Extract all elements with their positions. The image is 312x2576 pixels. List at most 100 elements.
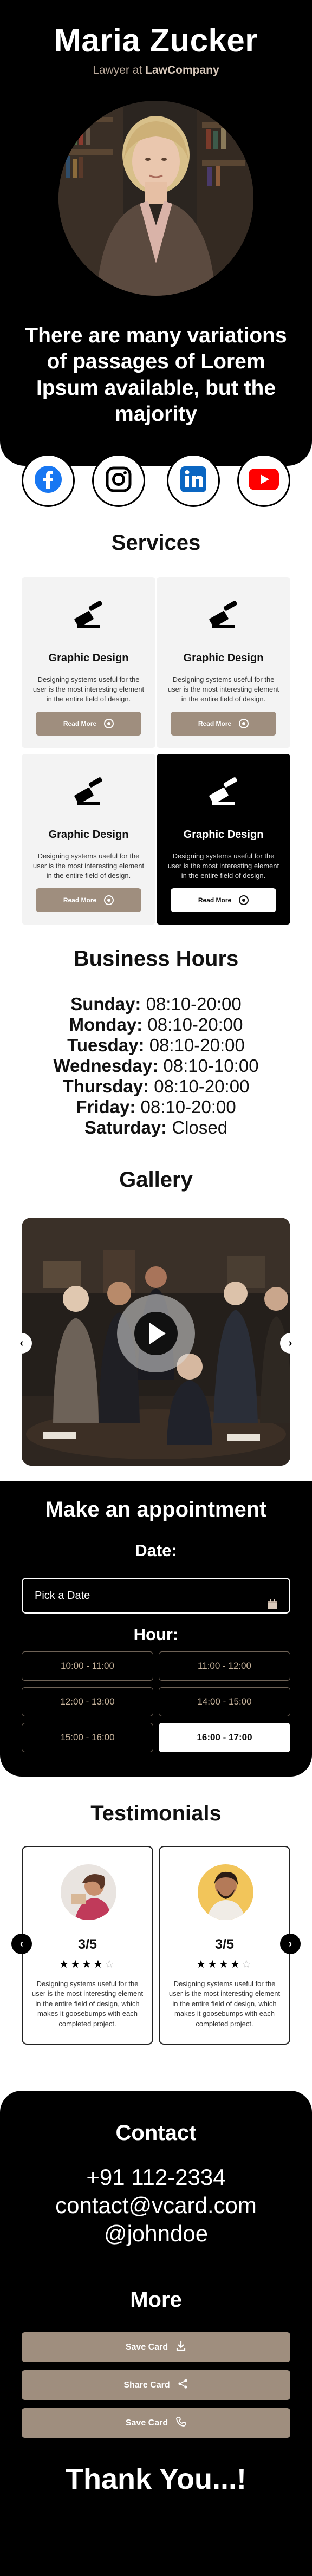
contact-email[interactable]: contact@vcard.com xyxy=(0,2193,312,2219)
contact-phone[interactable]: +91 112-2334 xyxy=(0,2164,312,2190)
service-title: Graphic Design xyxy=(183,829,264,841)
social-links xyxy=(0,454,312,508)
hours-row: Sunday: 08:10-20:00 xyxy=(0,994,312,1014)
hours-day: Sunday: xyxy=(70,994,141,1014)
hours-row: Monday: 08:10-20:00 xyxy=(0,1014,312,1035)
testimonial-prev-button[interactable]: ‹ xyxy=(11,1934,32,1954)
youtube-link[interactable] xyxy=(237,454,290,507)
hours-day: Saturday: xyxy=(84,1117,167,1137)
hour-label: Hour: xyxy=(133,1625,179,1644)
contact-section: Contact +91 112-2334 contact@vcard.com @… xyxy=(0,2091,312,2576)
testimonial-rating: 3/5 xyxy=(78,1937,97,1952)
hours-time: 08:10-20:00 xyxy=(140,1097,236,1117)
hours-time: 08:10-10:00 xyxy=(163,1056,259,1076)
time-slot[interactable]: 15:00 - 16:00 xyxy=(22,1723,153,1752)
instagram-icon xyxy=(105,465,133,496)
hours-day: Thursday: xyxy=(62,1076,150,1096)
business-hours-list: Sunday: 08:10-20:00 Monday: 08:10-20:00 … xyxy=(0,994,312,1138)
business-hours-title: Business Hours xyxy=(73,947,239,971)
profile-name: Maria Zucker xyxy=(54,22,258,58)
star-empty-icon: ☆ xyxy=(104,1959,116,1970)
time-slot[interactable]: 11:00 - 12:00 xyxy=(159,1651,290,1681)
hours-time: Closed xyxy=(172,1117,228,1137)
hours-day: Friday: xyxy=(76,1097,136,1117)
gallery-prev-button[interactable]: ‹ xyxy=(11,1333,32,1354)
hours-day: Tuesday: xyxy=(67,1035,145,1055)
calendar-icon xyxy=(266,1590,278,1609)
service-title: Graphic Design xyxy=(183,652,264,664)
contact-title: Contact xyxy=(115,2121,197,2145)
hours-time: 08:10-20:00 xyxy=(146,994,242,1014)
facebook-icon xyxy=(34,465,62,496)
time-slot[interactable]: 14:00 - 15:00 xyxy=(159,1687,290,1716)
save-card-button[interactable]: Save Card xyxy=(22,2332,290,2362)
hours-day: Monday: xyxy=(69,1014,143,1035)
button-label: Save Card xyxy=(125,2342,168,2352)
share-card-button[interactable]: Share Card xyxy=(22,2370,290,2400)
arrow-circle-icon xyxy=(239,719,249,728)
star-empty-icon: ☆ xyxy=(241,1959,253,1970)
company-name: LawCompany xyxy=(145,64,219,76)
time-slot[interactable]: 12:00 - 13:00 xyxy=(22,1687,153,1716)
hours-day: Wednesday: xyxy=(53,1056,159,1076)
star-rating: ★★★★☆ xyxy=(160,1957,289,1971)
save-contact-button[interactable]: Save Card xyxy=(22,2408,290,2438)
time-slot[interactable]: 10:00 - 11:00 xyxy=(22,1651,153,1681)
download-icon xyxy=(176,2340,186,2354)
paint-brush-icon xyxy=(72,775,106,808)
more-title: More xyxy=(130,2288,182,2312)
gallery-title: Gallery xyxy=(119,1168,193,1192)
button-label: Save Card xyxy=(125,2418,168,2428)
gallery-video[interactable] xyxy=(22,1218,290,1466)
testimonials-title: Testimonials xyxy=(90,1801,222,1825)
gallery-next-button[interactable]: › xyxy=(280,1333,301,1354)
read-more-button[interactable]: Read More xyxy=(36,888,141,912)
hours-time: 08:10-20:00 xyxy=(154,1076,250,1096)
read-more-button[interactable]: Read More xyxy=(171,888,276,912)
hours-time: 08:10-20:00 xyxy=(147,1014,243,1035)
hours-row: Wednesday: 08:10-10:00 xyxy=(0,1056,312,1076)
arrow-circle-icon xyxy=(239,895,249,905)
role-prefix: Lawyer at xyxy=(93,64,142,76)
contact-handle[interactable]: @johndoe xyxy=(0,2221,312,2247)
testimonial-text: Designing systems useful for the user is… xyxy=(168,1980,281,2028)
share-icon xyxy=(178,2378,188,2392)
arrow-circle-icon xyxy=(104,719,114,728)
time-slot-selected[interactable]: 16:00 - 17:00 xyxy=(159,1723,290,1752)
services-title: Services xyxy=(111,531,201,555)
chevron-left-icon: ‹ xyxy=(20,1337,24,1349)
profile-tagline: There are many variations of passages of… xyxy=(25,324,287,426)
paint-brush-icon xyxy=(72,598,106,632)
facebook-link[interactable] xyxy=(22,454,75,507)
service-title: Graphic Design xyxy=(48,652,129,664)
read-more-button[interactable]: Read More xyxy=(171,712,276,736)
arrow-circle-icon xyxy=(104,895,114,905)
testimonial-card: 3/5 ★★★★☆ Designing systems useful for t… xyxy=(159,1846,290,2045)
linkedin-link[interactable] xyxy=(167,454,220,507)
service-description: Designing systems useful for the user is… xyxy=(167,852,280,880)
youtube-icon xyxy=(249,468,279,493)
hours-row: Friday: 08:10-20:00 xyxy=(0,1097,312,1117)
hours-time: 08:10-20:00 xyxy=(149,1035,245,1055)
service-description: Designing systems useful for the user is… xyxy=(32,852,145,880)
service-card-active: Graphic Design Designing systems useful … xyxy=(157,754,290,925)
testimonial-next-button[interactable]: › xyxy=(280,1934,301,1954)
button-label: Share Card xyxy=(123,2380,170,2390)
testimonial-text: Designing systems useful for the user is… xyxy=(31,1980,144,2028)
paint-brush-icon xyxy=(207,598,240,632)
instagram-link[interactable] xyxy=(92,454,145,507)
read-more-button[interactable]: Read More xyxy=(36,712,141,736)
star-icon: ★★★★ xyxy=(196,1959,242,1970)
service-description: Designing systems useful for the user is… xyxy=(167,675,280,704)
avatar xyxy=(58,101,253,296)
read-more-label: Read More xyxy=(198,896,232,904)
read-more-label: Read More xyxy=(63,896,97,904)
date-placeholder: Pick a Date xyxy=(35,1590,90,1602)
hours-row: Saturday: Closed xyxy=(0,1117,312,1138)
testimonial-card: 3/5 ★★★★☆ Designing systems useful for t… xyxy=(22,1846,153,2045)
linkedin-icon xyxy=(179,465,207,496)
date-picker-input[interactable]: Pick a Date xyxy=(22,1578,290,1614)
phone-icon xyxy=(176,2416,186,2430)
service-description: Designing systems useful for the user is… xyxy=(32,675,145,704)
chevron-right-icon: › xyxy=(288,1337,292,1349)
